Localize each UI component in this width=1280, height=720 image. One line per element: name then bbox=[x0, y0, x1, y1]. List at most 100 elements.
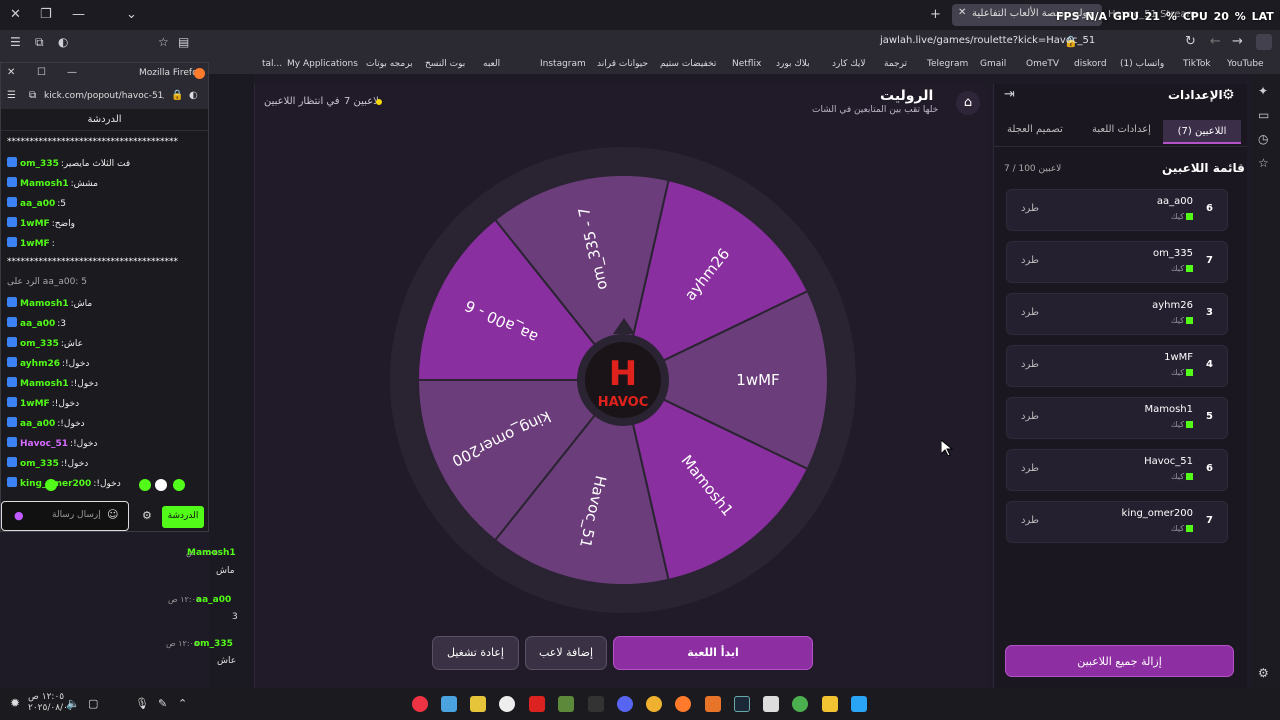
chat-username[interactable]: ayhm26 bbox=[20, 359, 60, 369]
kick-player-button[interactable]: طرد bbox=[1021, 463, 1039, 474]
chat-username[interactable]: om_335 bbox=[20, 159, 59, 169]
shield-icon[interactable]: ◐ bbox=[58, 35, 68, 49]
chat-username[interactable]: Havoc_51 bbox=[20, 439, 68, 449]
emote-icon[interactable] bbox=[139, 479, 151, 491]
shield-icon[interactable]: ◐ bbox=[189, 90, 198, 101]
tab-players[interactable]: اللاعبين (7) bbox=[1163, 120, 1241, 144]
restore-window-icon[interactable]: ❐ bbox=[40, 7, 52, 22]
home-button[interactable]: ⌂ bbox=[956, 91, 980, 115]
bookmark-item[interactable]: OmeTV bbox=[1026, 59, 1059, 69]
kick-player-button[interactable]: طرد bbox=[1021, 203, 1039, 214]
bookmark-item[interactable]: YouTube bbox=[1227, 59, 1264, 69]
restart-button[interactable]: إعادة تشغيل bbox=[432, 636, 519, 670]
weather-icon[interactable]: ✹ bbox=[10, 696, 20, 710]
back-icon[interactable]: → bbox=[1232, 34, 1243, 49]
bookmark-item[interactable]: Gmail bbox=[980, 59, 1006, 69]
minimize-icon[interactable]: — bbox=[67, 67, 77, 78]
emote-icon[interactable] bbox=[155, 479, 167, 491]
chat-input[interactable]: ● إرسال رسالة ☺ bbox=[1, 501, 129, 531]
bookmark-item[interactable]: ترجمة bbox=[884, 59, 907, 69]
tabs-icon[interactable]: ▭ bbox=[1258, 108, 1269, 122]
bookmark-item[interactable]: بوت النسخ bbox=[425, 59, 465, 69]
collapse-panel-icon[interactable]: ⇥ bbox=[1004, 87, 1015, 102]
reload-icon[interactable]: ↻ bbox=[1185, 34, 1196, 49]
network-icon[interactable]: ▢ bbox=[88, 697, 98, 710]
reader-view-icon[interactable]: ▤ bbox=[178, 35, 189, 49]
chat-username[interactable]: aa_a00 bbox=[20, 419, 55, 429]
bookmark-item[interactable]: (1) واتساب bbox=[1120, 59, 1164, 69]
chat-settings-gear-icon[interactable]: ⚙ bbox=[142, 509, 152, 522]
app-icon-chrome[interactable] bbox=[792, 696, 808, 712]
bookmark-item[interactable]: TikTok bbox=[1183, 59, 1211, 69]
app-icon-file[interactable] bbox=[470, 696, 486, 712]
kick-player-button[interactable]: طرد bbox=[1021, 359, 1039, 370]
maximize-icon[interactable]: ☐ bbox=[37, 67, 46, 78]
bookmark-item[interactable]: برمجه بوتات bbox=[366, 59, 413, 69]
chat-username[interactable]: aa_a00 bbox=[20, 319, 55, 329]
menu-icon[interactable]: ☰ bbox=[10, 35, 21, 49]
bookmark-item[interactable]: tal... bbox=[262, 59, 282, 69]
kick-player-button[interactable]: طرد bbox=[1021, 255, 1039, 266]
app-icon-other[interactable] bbox=[646, 696, 662, 712]
emote-icon[interactable] bbox=[45, 479, 57, 491]
chevron-down-icon[interactable]: ⌄ bbox=[126, 7, 137, 22]
tab-close-icon[interactable]: ✕ bbox=[958, 7, 966, 18]
windows-start-icon[interactable] bbox=[851, 696, 867, 712]
popup-url[interactable]: kick.com/popout/havoc-51/chat bbox=[44, 91, 164, 101]
bookmark-item[interactable]: My Applications bbox=[287, 59, 358, 69]
chat-username[interactable]: 1wMF bbox=[20, 399, 50, 409]
chat-username[interactable]: aa_a00 bbox=[20, 199, 55, 209]
chat-username[interactable]: Mamosh1 bbox=[20, 299, 69, 309]
tray-chevron-icon[interactable]: ⌃ bbox=[178, 697, 187, 710]
sidebar-toggle-icon[interactable] bbox=[1256, 34, 1272, 50]
app-icon-obs[interactable] bbox=[499, 696, 515, 712]
chat-send-button[interactable]: الدردشة bbox=[162, 506, 204, 528]
roulette-wheel[interactable]: 1wMFayhm26om_335 - 7aa_a00 - 6king_omer2… bbox=[388, 145, 858, 615]
bookmark-star-icon[interactable]: ☆ bbox=[158, 35, 169, 49]
close-window-icon[interactable]: ✕ bbox=[10, 7, 21, 22]
volume-icon[interactable]: 🔈 bbox=[66, 697, 80, 710]
remove-all-players-button[interactable]: إزالة جميع اللاعبين bbox=[1005, 645, 1234, 677]
forward-icon[interactable]: ← bbox=[1210, 34, 1221, 49]
menu-icon[interactable]: ☰ bbox=[7, 90, 16, 101]
app-icon-store[interactable] bbox=[763, 696, 779, 712]
close-icon[interactable]: ✕ bbox=[7, 67, 15, 78]
app-icon-record[interactable] bbox=[412, 696, 428, 712]
settings-gear-icon[interactable]: ⚙ bbox=[1258, 666, 1269, 680]
bookmark-item[interactable]: بلاك بورد bbox=[776, 59, 810, 69]
mic-tray-icon[interactable]: 🎙 bbox=[135, 697, 149, 710]
new-tab-plus-icon[interactable]: + bbox=[930, 7, 941, 22]
kick-player-button[interactable]: طرد bbox=[1021, 515, 1039, 526]
url-bar[interactable]: jawlah.live/games/roulette?kick=Havoc_51 bbox=[880, 35, 1095, 46]
app-icon-explorer[interactable] bbox=[822, 696, 838, 712]
microphone-icon[interactable]: ● bbox=[14, 509, 24, 522]
app-icon-havoc[interactable] bbox=[529, 696, 545, 712]
emoji-icon[interactable]: ☺ bbox=[107, 508, 118, 521]
app-icon-discord[interactable] bbox=[617, 696, 633, 712]
chat-username[interactable]: 1wMF bbox=[20, 239, 50, 249]
bookmark-item[interactable]: Netflix bbox=[732, 59, 761, 69]
emote-icon[interactable] bbox=[173, 479, 185, 491]
app-icon-tool[interactable] bbox=[588, 696, 604, 712]
ai-chat-icon[interactable]: ✦ bbox=[1258, 84, 1268, 98]
kick-player-button[interactable]: طرد bbox=[1021, 411, 1039, 422]
app-icon-minecraft[interactable] bbox=[558, 696, 574, 712]
history-icon[interactable]: ◷ bbox=[1258, 132, 1268, 146]
app-icon-steam[interactable] bbox=[734, 696, 750, 712]
bookmark-item[interactable]: Instagram bbox=[540, 59, 586, 69]
site-info-icon[interactable]: ⧉ bbox=[29, 90, 36, 101]
tab-wheel-design[interactable]: تصميم العجلة bbox=[1007, 124, 1063, 135]
chat-username[interactable]: om_335 bbox=[20, 339, 59, 349]
bookmark-item[interactable]: diskord bbox=[1074, 59, 1107, 69]
bookmark-item[interactable]: العبه bbox=[483, 59, 500, 69]
bookmarks-icon[interactable]: ☆ bbox=[1258, 156, 1269, 170]
minimize-window-icon[interactable]: — bbox=[72, 7, 85, 22]
extension-icon[interactable]: ⧉ bbox=[35, 35, 44, 50]
chat-username[interactable]: om_335 bbox=[20, 459, 59, 469]
chat-username[interactable]: 1wMF bbox=[20, 219, 50, 229]
chat-username[interactable]: Mamosh1 bbox=[20, 179, 69, 189]
bookmark-item[interactable]: تخفيضات ستيم bbox=[660, 59, 716, 69]
pen-tray-icon[interactable]: ✎ bbox=[158, 697, 167, 710]
bookmark-item[interactable]: Telegram bbox=[927, 59, 968, 69]
app-icon-firefox[interactable] bbox=[675, 696, 691, 712]
